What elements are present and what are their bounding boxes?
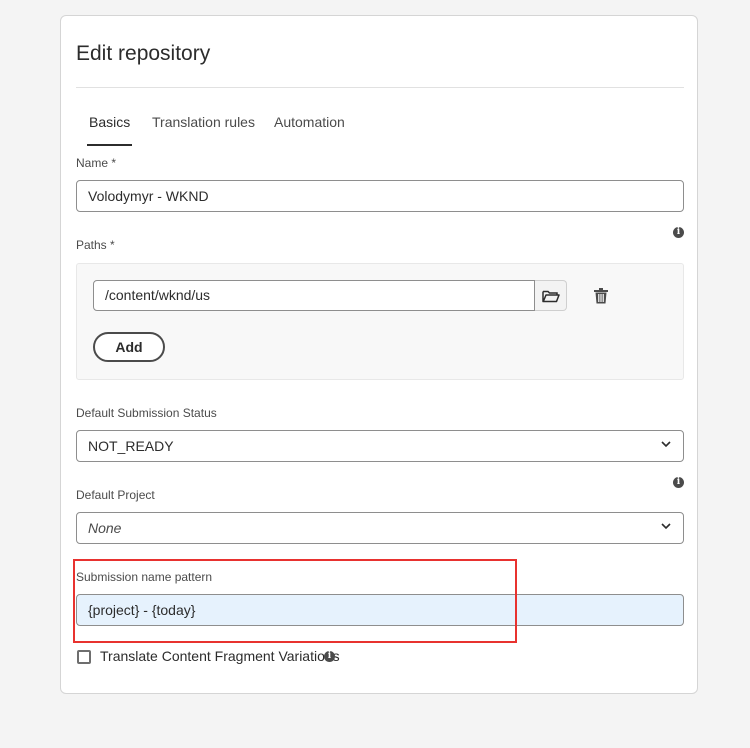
- paths-label: Paths *: [76, 238, 115, 252]
- default-project-value: None: [88, 520, 122, 536]
- folder-icon: [541, 290, 560, 302]
- default-project-select[interactable]: None: [76, 512, 684, 544]
- tab-translation-rules[interactable]: Translation rules: [152, 112, 255, 146]
- title-divider: [76, 87, 684, 88]
- name-field[interactable]: Volodymyr - WKND: [76, 180, 684, 212]
- path-input[interactable]: /content/wknd/us: [93, 280, 535, 311]
- highlight-annotation: [73, 559, 517, 643]
- add-path-button[interactable]: Add: [93, 332, 165, 362]
- translate-cf-variations-label: Translate Content Fragment Variations: [100, 648, 340, 664]
- browse-path-button[interactable]: [535, 280, 567, 311]
- translate-cf-variations-checkbox[interactable]: [77, 650, 91, 664]
- default-project-label: Default Project: [76, 488, 155, 502]
- info-icon[interactable]: i: [324, 651, 335, 662]
- default-submission-status-select[interactable]: NOT_READY: [76, 430, 684, 462]
- info-icon[interactable]: i: [673, 477, 684, 488]
- trash-icon: [594, 288, 608, 304]
- info-icon[interactable]: i: [673, 227, 684, 238]
- dialog-title: Edit repository: [76, 42, 211, 65]
- chevron-down-icon: [661, 441, 671, 448]
- chevron-down-icon: [661, 523, 671, 530]
- tab-automation[interactable]: Automation: [274, 112, 345, 146]
- edit-repository-dialog: Edit repository Basics Translation rules…: [60, 15, 698, 694]
- delete-path-button[interactable]: [591, 285, 611, 307]
- default-submission-status-label: Default Submission Status: [76, 406, 217, 420]
- default-submission-status-value: NOT_READY: [88, 438, 174, 454]
- name-label: Name *: [76, 156, 117, 170]
- tab-basics[interactable]: Basics: [86, 112, 133, 146]
- tab-list: Basics Translation rules Automation: [76, 112, 684, 148]
